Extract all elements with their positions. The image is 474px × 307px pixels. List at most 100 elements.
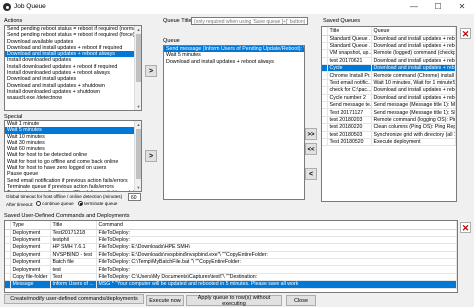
special-scrollbar[interactable]: ▲ ▼	[134, 121, 141, 191]
apply-queue-button[interactable]: Apply queue to row(s) without executing	[186, 295, 282, 307]
grid-cell[interactable]: check for C:\pac...	[327, 86, 372, 95]
grid-cell[interactable]: FileToDeploy:	[96, 229, 457, 237]
saved-queue-row[interactable]: Test email notific... Wait 10 minutes, Wa…	[322, 79, 456, 88]
saved-queue-row[interactable]: test 20180503 Synchronize grid with direc…	[322, 131, 456, 139]
grid-cell[interactable]: Wait 10 minutes, Wait for 1 minuteSend e…	[371, 79, 456, 88]
saved-queue-row[interactable]: CycleDownload and install updates + rebo…	[322, 64, 456, 73]
grid-cell[interactable]: Deployment	[10, 258, 51, 267]
saved-queue-row[interactable]: Chrome Install Pr... Remote command (Chro…	[322, 71, 456, 80]
grid-cell[interactable]: test 20180203	[327, 116, 372, 125]
saved-queue-row[interactable]: Test 20171127 Send message (Message title…	[322, 108, 456, 117]
saved-queue-row[interactable]: VM snapshot, up... Remote (logged) comman…	[322, 49, 456, 58]
grid-cell[interactable]: Standard Queue ...	[327, 35, 372, 43]
grid-cell[interactable]: Deployment	[10, 236, 51, 245]
grid-cell[interactable]: Download and install updates + reboot if…	[371, 35, 456, 43]
user-defined-grid[interactable]: Type Title Command Deployment Test2017121…	[4, 220, 458, 293]
user-defined-row[interactable]: Deployment testphil FileToDeploy:	[5, 236, 457, 245]
close-button[interactable]: Close	[286, 295, 316, 306]
grid-cell[interactable]: Synchronize grid with directory (all 1 d…	[371, 131, 456, 139]
user-defined-row[interactable]: Deployment Test20171218 FileToDeploy:	[5, 229, 457, 237]
grid-cell[interactable]: Copy file-folder	[10, 273, 51, 282]
grid-cell[interactable]: FileToDeploy:	[96, 236, 457, 245]
grid-cell[interactable]: FileToDeploy:	[96, 265, 457, 274]
grid-cell[interactable]: Download and install updates + reboot al…	[371, 64, 456, 73]
queue-title-input[interactable]: (only required when using 'Save queue [+…	[191, 17, 308, 25]
grid-cell[interactable]: Download and install updates + reboot al…	[371, 42, 456, 51]
grid-cell[interactable]: Remote command (Chrome) install Chrome	[371, 71, 456, 80]
grid-cell[interactable]: FileToDeploy: C:\Temp\MyBatchFile.bat "\…	[96, 258, 457, 267]
grid-cell[interactable]: testphil	[50, 236, 97, 245]
grid-cell[interactable]: Deployment	[10, 265, 51, 274]
grid-cell[interactable]: Batch file	[50, 258, 97, 267]
remove-from-queue-button[interactable]: <	[305, 168, 317, 180]
grid-cell[interactable]: Test	[50, 273, 97, 282]
grid-cell[interactable]: Execute deployment	[371, 138, 456, 147]
saved-queue-row[interactable]: Test 20180520 Execute deployment	[322, 138, 456, 147]
special-item[interactable]: Terminate queue if previous 'Check for a…	[5, 190, 141, 191]
grid-cell[interactable]: Test 20171127	[327, 108, 372, 117]
grid-cell[interactable]: Chrome Install Pr...	[327, 71, 372, 80]
timeout-input[interactable]: 60	[128, 193, 141, 201]
grid-cell[interactable]: Message	[10, 280, 51, 289]
saved-queue-row[interactable]: test 20180203 Remote command (logging OS)…	[322, 116, 456, 125]
actions-listbox[interactable]: Send pending reboot status = reboot if r…	[4, 25, 142, 111]
queue-item[interactable]: Download and install updates + reboot al…	[164, 59, 304, 65]
saved-queues-grid[interactable]: Title Queue Standard Queue ... Download a…	[321, 26, 457, 202]
saved-queue-row[interactable]: check for C:\pac... Download and install …	[322, 86, 456, 95]
save-to-queues-button[interactable]: >>	[305, 128, 317, 140]
grid-cell[interactable]: test 20170621	[327, 57, 372, 66]
action-item[interactable]: Send pending reboot status = reboot if r…	[5, 32, 141, 38]
user-defined-row[interactable]: Deployment HP SMH 7.6.1 FileToDeploy: E:\D…	[5, 243, 457, 252]
create-modify-commands-button[interactable]: Create/modify user-defined commands/depl…	[4, 294, 144, 304]
grid-cell[interactable]: Remote command (logging OS): Ping Replay…	[371, 116, 456, 125]
continue-queue-option[interactable]: continue queue	[36, 201, 74, 207]
grid-cell[interactable]: Deployment	[10, 251, 51, 260]
grid-cell[interactable]: Inform Users of ...	[50, 280, 97, 289]
column-header-command[interactable]: Command	[96, 221, 457, 230]
grid-cell[interactable]: Cycle number 2	[327, 94, 372, 103]
grid-cell[interactable]: Download and install updates + reboot al…	[371, 57, 456, 66]
user-defined-row[interactable]: Copy file-folder Test FileToDeploy: C:\Use…	[5, 273, 457, 282]
grid-cell[interactable]: FileToDeploy: E:\Downloads\nvspbind\nvsp…	[96, 251, 457, 260]
terminate-queue-radio[interactable]	[78, 201, 83, 207]
grid-cell[interactable]: Remote (logged) command (checkpoint)	[371, 49, 456, 58]
load-queue-button[interactable]: <<	[305, 143, 317, 155]
grid-cell[interactable]: Cycle	[327, 64, 372, 73]
grid-cell[interactable]: Test 20180520	[327, 138, 372, 147]
saved-queue-row[interactable]: Send message te... Send message (Message …	[322, 101, 456, 110]
grid-cell[interactable]: Test email notific...	[327, 79, 372, 88]
grid-cell[interactable]: FileToDeploy: C:\Users\My Documents\Capt…	[96, 273, 457, 282]
terminate-queue-option[interactable]: terminate queue	[78, 201, 117, 207]
saved-queue-row[interactable]: Cycle number 2 Download and install updat…	[322, 94, 456, 103]
actions-scrollbar[interactable]: ▲ ▼	[134, 26, 141, 110]
grid-cell[interactable]: Deployment	[10, 243, 51, 252]
action-item[interactable]: wuauclt.exe /detectnow	[5, 95, 141, 101]
add-special-button[interactable]: >	[145, 150, 157, 162]
user-defined-row[interactable]: Deployment NVSPBIND - test FileToDeploy: E…	[5, 251, 457, 260]
column-header-type[interactable]: Type	[10, 221, 51, 230]
column-header-title[interactable]: Title	[327, 27, 372, 36]
queue-listbox[interactable]: Send message (Inform Users of Pending Up…	[163, 45, 305, 200]
saved-queue-row[interactable]: test 20180220 Clean columns (Ping OS): Pi…	[322, 123, 456, 132]
grid-cell[interactable]: Send message (Message title 1): SEND MES…	[371, 108, 456, 117]
grid-cell[interactable]: Download and install updates + reboot if…	[371, 86, 456, 95]
grid-cell[interactable]: FileToDeploy: E:\Downloads\HPE SMH\	[96, 243, 457, 252]
maximize-button[interactable]: ☐	[426, 0, 450, 14]
grid-cell[interactable]: VM snapshot, up...	[327, 49, 372, 58]
saved-queue-row[interactable]: test 20170621 Download and install update…	[322, 57, 456, 66]
saved-queue-row[interactable]: Standard Queue ... Download and install u…	[322, 42, 456, 51]
grid-cell[interactable]: NVSPBIND - test	[50, 251, 97, 260]
continue-queue-radio[interactable]	[36, 201, 41, 207]
grid-cell[interactable]: HP SMH 7.6.1	[50, 243, 97, 252]
delete-saved-queue-button[interactable]: ✕	[460, 28, 471, 39]
special-listbox[interactable]: Wait 1 minute Wait 5 minutes Wait 10 minut…	[4, 120, 142, 192]
grid-cell[interactable]: test	[50, 265, 97, 274]
grid-cell[interactable]: Deployment	[10, 229, 51, 237]
grid-cell[interactable]: test 20180220	[327, 123, 372, 132]
grid-cell[interactable]: Test20171218	[50, 229, 97, 237]
grid-cell[interactable]: test 20180503	[327, 131, 372, 139]
add-action-button[interactable]: >	[145, 65, 157, 77]
close-window-button[interactable]: ✕	[450, 0, 474, 14]
column-header-queue[interactable]: Queue	[371, 27, 456, 36]
delete-command-button[interactable]: ✕	[460, 222, 471, 233]
